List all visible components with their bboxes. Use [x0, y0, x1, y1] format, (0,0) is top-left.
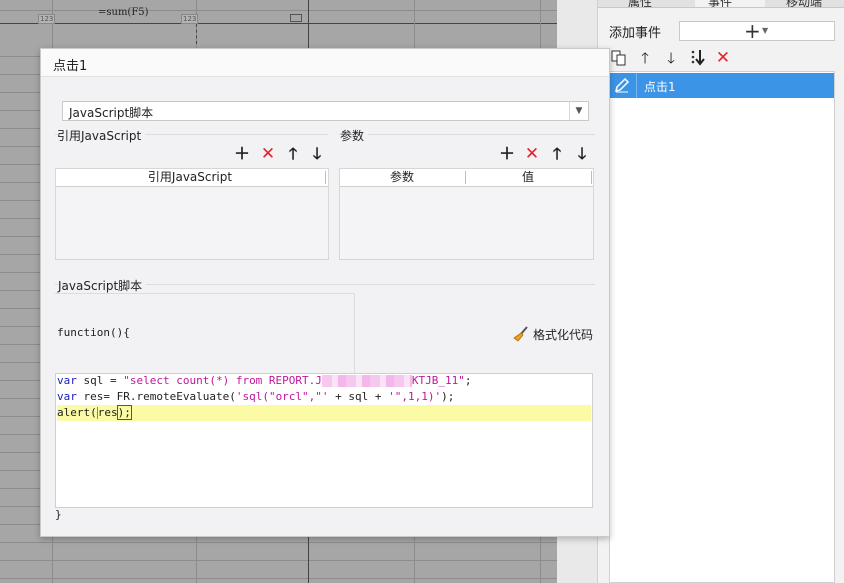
delete-icon[interactable]: ✕ [714, 48, 732, 68]
divider [339, 134, 595, 135]
add-event-dropdown[interactable]: + ▼ [679, 19, 835, 43]
cell-formula[interactable]: =sum(F5) [98, 7, 149, 18]
chevron-down-icon: ▼ [569, 102, 588, 120]
divider [325, 171, 326, 184]
code-line: var sql = "select count(*) from REPORT.J… [57, 373, 591, 389]
move-up-button[interactable]: 🡑 [284, 145, 302, 163]
code-text: ; [464, 374, 472, 387]
table-header: 引用JavaScript [56, 169, 328, 187]
column-header[interactable]: 值 [466, 169, 590, 186]
cell-marker [290, 14, 302, 22]
code-keyword: var [57, 390, 77, 403]
dialog-title: 点击1 [53, 59, 88, 74]
code-text: res [97, 406, 118, 419]
pencil-icon [614, 76, 630, 94]
page-break-line [196, 24, 197, 44]
code-text: ); [441, 390, 455, 403]
add-button[interactable]: ＋ [498, 145, 516, 163]
grid-line [0, 542, 557, 543]
broom-icon [513, 326, 529, 342]
code-text: ); [116, 405, 132, 420]
move-up-button[interactable]: 🡑 [548, 145, 566, 163]
event-list: 点击1 [609, 71, 835, 583]
code-keyword: var [57, 374, 77, 387]
code-text: sql = [76, 374, 124, 387]
column-header[interactable]: 参数 [340, 169, 464, 186]
code-text: + sql + [328, 390, 389, 403]
list-item[interactable]: 点击1 [610, 73, 834, 98]
move-bottom-icon[interactable] [689, 48, 707, 68]
ref-js-table: 引用JavaScript [55, 168, 329, 260]
tab-events[interactable]: 事件 [695, 0, 765, 8]
panel-tabs: 属性 事件 移动端 [598, 0, 844, 8]
tab-events-label: 事件 [708, 0, 733, 8]
table-header: 参数 值 [340, 169, 593, 187]
script-section-label: JavaScript脚本 [58, 277, 147, 294]
select-value: JavaScript脚本 [69, 106, 154, 120]
dialog-titlebar[interactable]: 点击1 [41, 49, 609, 77]
grid-line [0, 578, 557, 579]
column-header[interactable]: 引用JavaScript [56, 169, 324, 186]
add-button[interactable]: ＋ [233, 145, 251, 163]
tab-mobile[interactable]: 移动端 [786, 0, 822, 7]
right-panel: 属性 事件 移动端 添加事件 + ▼ 🡑 🡓 ✕ 点击1 [597, 0, 844, 583]
format-code-label: 格式化代码 [533, 328, 594, 342]
code-editor[interactable]: var sql = "select count(*) from REPORT.J… [55, 373, 593, 508]
code-string: 'sql("orcl","' [235, 390, 329, 403]
ref-js-section-label: 引用JavaScript [57, 127, 146, 144]
copy-icon[interactable] [610, 48, 628, 68]
move-down-button[interactable]: 🡓 [308, 145, 326, 163]
redacted-region [321, 375, 412, 387]
cell-type-tag: 123 [181, 14, 199, 24]
function-header: function(){ [57, 326, 130, 339]
grid-line [0, 23, 557, 24]
cell-type-tag: 123 [38, 14, 56, 24]
function-footer: } [55, 508, 62, 521]
code-string: KTJB_11" [411, 374, 465, 387]
arrow-up-icon[interactable]: 🡑 [636, 48, 654, 68]
plus-icon: + [744, 19, 761, 43]
event-label: 点击1 [644, 80, 676, 94]
delete-button[interactable]: ✕ [523, 145, 541, 163]
divider [591, 171, 592, 184]
grid-line [0, 10, 557, 11]
script-type-select[interactable]: JavaScript脚本 ▼ [62, 101, 589, 121]
chevron-down-icon: ▼ [762, 26, 769, 35]
code-text: alert( [57, 406, 97, 419]
divider [636, 73, 637, 98]
params-table: 参数 值 [339, 168, 594, 260]
code-string: "select count(*) from REPORT.J [123, 374, 322, 387]
move-down-button[interactable]: 🡓 [573, 145, 591, 163]
tab-properties[interactable]: 属性 [628, 0, 652, 7]
code-string: '",1,1)' [388, 390, 442, 403]
event-dialog: 点击1 JavaScript脚本 ▼ 引用JavaScript ＋ ✕ 🡑 🡓 … [40, 48, 610, 537]
code-line: var res= FR.remoteEvaluate('sql("orcl","… [57, 389, 591, 405]
code-line-current: alert(res); [57, 405, 591, 421]
add-event-label: 添加事件 [609, 26, 662, 41]
delete-button[interactable]: ✕ [259, 145, 277, 163]
arrow-down-icon[interactable]: 🡓 [662, 48, 680, 68]
params-section-label: 参数 [340, 127, 369, 144]
code-text: res= FR.remoteEvaluate( [76, 390, 236, 403]
grid-line [0, 560, 557, 561]
